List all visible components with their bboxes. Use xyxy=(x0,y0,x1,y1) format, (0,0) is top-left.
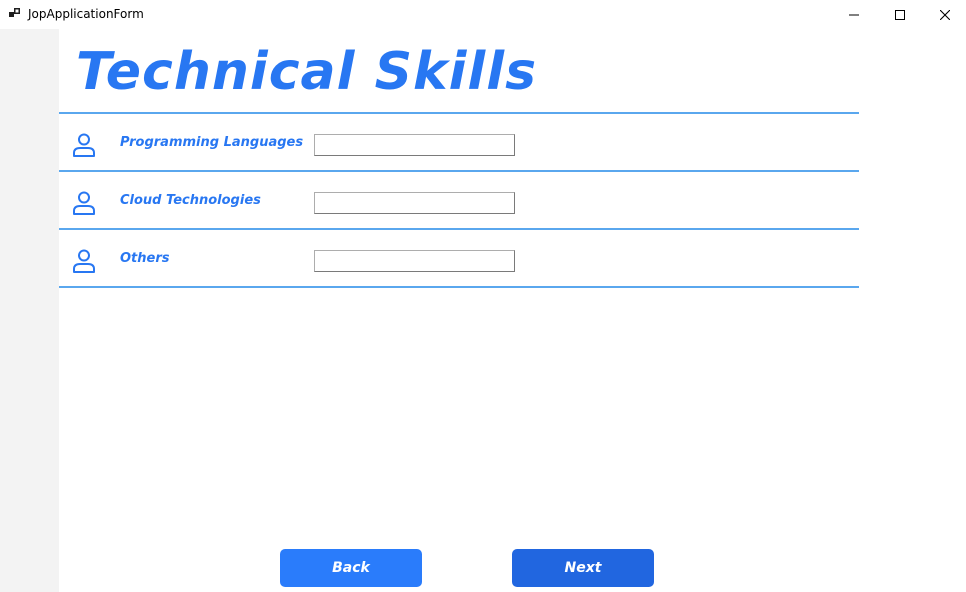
app-window-icon xyxy=(9,8,20,17)
title-bar: JopApplicationForm xyxy=(0,0,966,29)
others-input[interactable] xyxy=(314,250,515,272)
minimize-button[interactable] xyxy=(831,0,877,29)
maximize-icon xyxy=(895,9,905,20)
next-button[interactable]: Next xyxy=(512,549,654,587)
page-title: Technical Skills xyxy=(76,42,538,102)
divider xyxy=(59,286,859,288)
window-title: JopApplicationForm xyxy=(28,7,144,21)
maximize-button[interactable] xyxy=(877,0,923,29)
user-icon xyxy=(73,249,95,273)
others-label: Others xyxy=(120,251,170,266)
close-button[interactable] xyxy=(922,0,966,29)
divider xyxy=(59,112,859,114)
minimize-icon xyxy=(849,14,859,15)
divider xyxy=(59,228,859,230)
divider xyxy=(59,170,859,172)
user-icon xyxy=(73,133,95,157)
programming-languages-label: Programming Languages xyxy=(120,135,304,150)
programming-languages-input[interactable] xyxy=(314,134,515,156)
left-sidebar xyxy=(0,29,59,592)
back-button[interactable]: Back xyxy=(280,549,422,587)
user-icon xyxy=(73,191,95,215)
cloud-technologies-label: Cloud Technologies xyxy=(120,193,261,208)
close-icon xyxy=(940,9,950,20)
cloud-technologies-input[interactable] xyxy=(314,192,515,214)
